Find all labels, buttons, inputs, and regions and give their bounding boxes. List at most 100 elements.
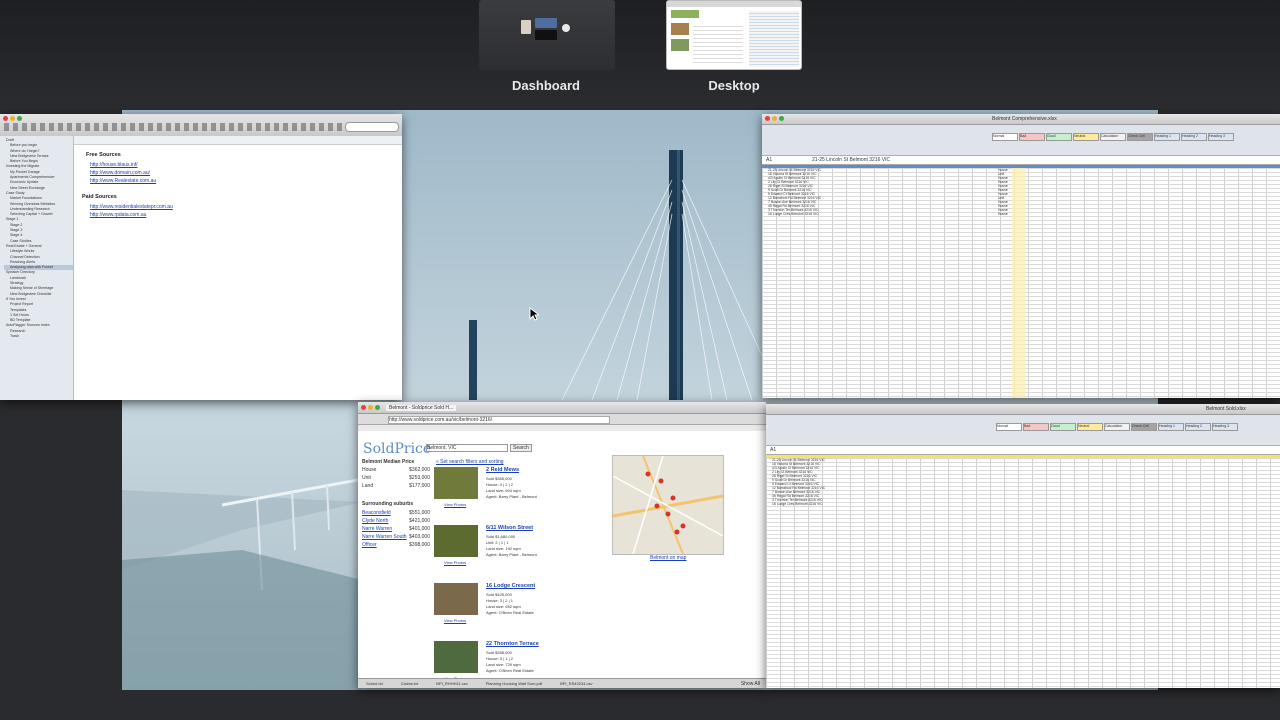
cell-style-swatch[interactable]: Bad (1019, 133, 1045, 141)
download-item[interactable]: Planning Housing Wait Sum.pdf (486, 681, 542, 686)
source-link[interactable]: http://www.residentialestatepr.com.au (90, 203, 173, 211)
close-button[interactable] (3, 116, 8, 121)
cell-style-swatch[interactable]: Normal (992, 133, 1018, 141)
cell-style-swatch[interactable]: Heading 1 (1158, 423, 1184, 431)
binder-item[interactable]: Trash (4, 334, 73, 339)
median-title: Belmont Median Price (362, 459, 415, 465)
listing-photo[interactable] (434, 467, 478, 499)
listing-title[interactable]: 2 Reid Mews (486, 467, 519, 473)
download-item[interactable]: BPI_RHHH11.csv (436, 681, 468, 686)
desktop-thumbnail[interactable] (666, 0, 802, 70)
suburb-label[interactable]: Narre Warren South (362, 534, 407, 540)
formula-bar[interactable]: A1 (766, 446, 1280, 455)
address-input[interactable]: http://www.soldprice.com.au/vic/belmont-… (388, 416, 610, 424)
paid-sources-heading: Paid Sources (82, 194, 117, 200)
minimize-button[interactable] (10, 116, 15, 121)
listing-agent: Agent: Barry Plant - Belmont (486, 494, 537, 499)
results-map[interactable] (612, 455, 724, 555)
download-item[interactable]: Claims.txt (401, 681, 419, 686)
cell-style-swatch[interactable]: Check Cell (1127, 133, 1153, 141)
source-link[interactable]: http://www.rpdata.com.au (90, 211, 173, 219)
filters-link[interactable]: « Set search filters and sorting (436, 459, 504, 465)
cell-style-swatch[interactable]: Calculation (1100, 133, 1126, 141)
suburb-label: Land (362, 483, 374, 489)
cell-style-swatch[interactable]: Calculation (1104, 423, 1130, 431)
suburb-label[interactable]: Officer (362, 542, 377, 548)
listing-photo[interactable] (434, 583, 478, 615)
cell-style-swatch[interactable]: Heading 2 (1185, 423, 1211, 431)
median-value: $177,000 (409, 483, 430, 489)
median-value: $401,000 (409, 526, 430, 532)
excel-ribbon[interactable]: Normal Bad Good Neutral Calculation Check Cel… (766, 415, 1280, 446)
download-item[interactable]: Sched.txt (366, 681, 383, 686)
listing-agent: Agent: O'Brien Real Estate (486, 610, 534, 615)
close-button[interactable] (765, 116, 770, 121)
show-all-button[interactable]: Show All (741, 681, 760, 687)
formula-bar[interactable]: A1 21-25 Lincoln St Belmont 3216 VIC (762, 156, 1280, 165)
toolbar-icons[interactable] (4, 123, 344, 131)
cell-style-swatch[interactable]: Heading 3 (1208, 133, 1234, 141)
suburb-search-input[interactable]: Belmont, VIC (426, 444, 508, 452)
zoom-button[interactable] (17, 116, 22, 121)
zoom-button[interactable] (779, 116, 784, 121)
source-link[interactable]: http://house.blaus.inf/ (90, 161, 156, 169)
cell-style-swatch[interactable]: Heading 3 (1212, 423, 1238, 431)
cell-style-swatch[interactable]: Heading 1 (1154, 133, 1180, 141)
cell-style-swatch[interactable]: Check Cell (1131, 423, 1157, 431)
search-button[interactable]: Search (510, 444, 532, 452)
dashboard-thumbnail[interactable] (479, 0, 615, 70)
cell-style-swatch[interactable]: Neutral (1073, 133, 1099, 141)
cell-reference: A1 (766, 157, 773, 163)
dashboard-widget-icon (521, 20, 531, 34)
binder-sidebar: Draft Before you begin Where do I begin? Ne… (0, 136, 74, 400)
suburb-label[interactable]: Narre Warren (362, 526, 392, 532)
suburb-label[interactable]: Clyde North (362, 518, 388, 524)
minimize-button[interactable] (772, 116, 777, 121)
view-photos-link[interactable]: View Photos (444, 560, 466, 565)
listing-title[interactable]: 22 Thornton Terrace (486, 641, 539, 647)
cell-style-swatch[interactable]: Normal (996, 423, 1022, 431)
listing-title[interactable]: 16 Lodge Crescent (486, 583, 535, 589)
map-link[interactable]: Belmont on map (650, 555, 686, 561)
price-row: Unit $253,000 (362, 475, 430, 483)
formula-input[interactable]: 21-25 Lincoln St Belmont 3216 VIC (812, 157, 890, 163)
listing-land: Land size: 192 sqm (486, 546, 521, 551)
spreadsheet-grid[interactable]: 21-25 Lincoln St Belmont 3216 VIC House 18… (762, 168, 1280, 398)
median-value: $421,000 (409, 518, 430, 524)
document-editor[interactable]: Free Sources http://house.blaus.inf/http… (74, 136, 402, 400)
zoom-button[interactable] (375, 405, 380, 410)
excel-window-sold[interactable]: Belmont Sold.xlsx Normal Bad Good Neutral Ca… (766, 404, 1280, 688)
listing-card[interactable]: View Photos 6/11 Wilson Street Sold $1,680… (434, 525, 604, 583)
mouse-cursor (529, 307, 539, 321)
view-photos-link[interactable]: View Photos (444, 618, 466, 623)
spreadsheet-grid[interactable]: 21-25 Lincoln St Belmont 3216 VIC 18 Vict… (766, 458, 1280, 688)
price-row: Officer $398,000 (362, 542, 430, 550)
close-button[interactable] (361, 405, 366, 410)
scrivener-window[interactable]: Draft Before you begin Where do I begin? Ne… (0, 114, 402, 400)
source-link[interactable]: http://www.domain.com.au/ (90, 169, 156, 177)
listing-photo[interactable] (434, 525, 478, 557)
minimize-button[interactable] (368, 405, 373, 410)
view-photos-link[interactable]: View Photos (444, 502, 466, 507)
cell-style-swatch[interactable]: Good (1050, 423, 1076, 431)
listing-land: Land size: 692 sqm (486, 604, 521, 609)
search-input[interactable] (345, 122, 399, 132)
cell-style-swatch[interactable]: Good (1046, 133, 1072, 141)
soldprice-browser-window[interactable]: Belmont - Soldprice Sold H... http://www… (358, 402, 766, 688)
listing-sold: Sold $425,000 (486, 592, 512, 597)
listing-photo[interactable] (434, 641, 478, 673)
price-row: Narre Warren South $403,000 (362, 534, 430, 542)
listing-card[interactable]: View Photos 16 Lodge Crescent Sold $425,00… (434, 583, 604, 641)
cell-style-swatch[interactable]: Heading 2 (1181, 133, 1207, 141)
browser-tab[interactable]: Belmont - Soldprice Sold H... (386, 405, 457, 411)
download-item[interactable]: BPI_RS43234.csv (560, 681, 592, 686)
listing-card[interactable]: View Photos 2 Reid Mews Sold $355,000 House… (434, 467, 604, 525)
excel-window-comprehensive[interactable]: Belmont Comprehensive.xlsx Normal Bad Good… (762, 114, 1280, 398)
source-link[interactable]: http://www.Realestate.com.au (90, 177, 156, 185)
cell-style-swatch[interactable]: Neutral (1077, 423, 1103, 431)
suburb-label[interactable]: Beaconsfield (362, 510, 391, 516)
cell-style-swatch[interactable]: Bad (1023, 423, 1049, 431)
site-logo[interactable]: SoldPrice (363, 441, 431, 457)
excel-ribbon[interactable]: Normal Bad Good Neutral Calculation Check Cel… (762, 125, 1280, 156)
listing-title[interactable]: 6/11 Wilson Street (486, 525, 533, 531)
